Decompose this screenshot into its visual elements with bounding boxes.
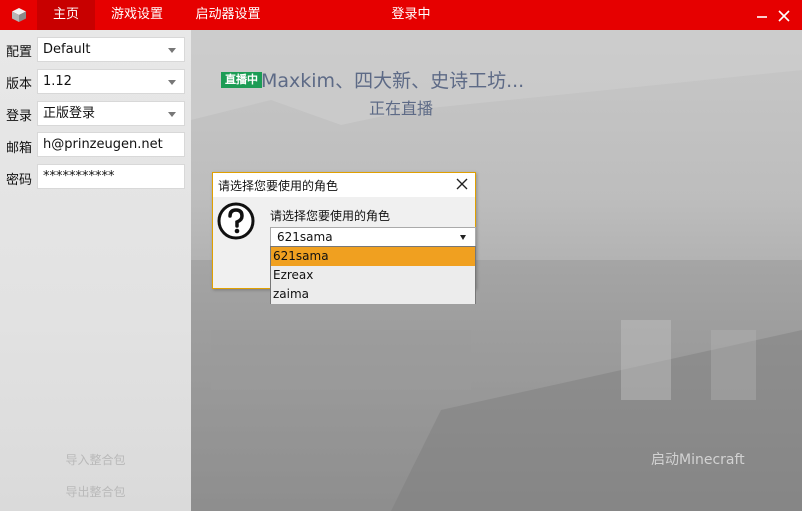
profile-select-value: Default bbox=[43, 42, 91, 57]
import-modpack-link[interactable]: 导入整合包 bbox=[0, 451, 191, 468]
dialog-title: 请选择您要使用的角色 bbox=[218, 179, 339, 193]
version-label: 版本 bbox=[6, 77, 33, 92]
live-stream-title[interactable]: Maxkim、四大新、史诗工坊... bbox=[261, 66, 524, 93]
question-icon bbox=[217, 202, 255, 240]
password-label: 密码 bbox=[6, 173, 33, 188]
export-modpack-link[interactable]: 导出整合包 bbox=[0, 483, 191, 500]
email-label: 邮箱 bbox=[6, 141, 33, 156]
minimize-icon[interactable] bbox=[752, 0, 774, 30]
live-status: 正在直播 bbox=[369, 99, 434, 118]
dialog-close-icon[interactable] bbox=[453, 175, 471, 193]
dropdown-option[interactable]: zaima bbox=[271, 285, 475, 304]
password-field[interactable]: *********** bbox=[37, 164, 185, 189]
app-cube-icon bbox=[12, 8, 26, 22]
email-field[interactable]: h@prinzeugen.net bbox=[37, 132, 185, 157]
profile-label: 配置 bbox=[6, 45, 33, 60]
chevron-down-icon bbox=[168, 112, 176, 117]
profile-select[interactable]: Default bbox=[37, 37, 185, 62]
dialog-header: 请选择您要使用的角色 bbox=[213, 173, 475, 197]
tab-game-settings[interactable]: 游戏设置 bbox=[100, 0, 174, 30]
dropdown-option[interactable]: Ezreax bbox=[271, 266, 475, 285]
dropdown-option[interactable]: 621sama bbox=[271, 247, 475, 266]
tab-launcher-settings[interactable]: 启动器设置 bbox=[186, 0, 270, 30]
sidebar: 配置 Default 版本 1.12 登录 正版登录 邮箱 h@prinzeug… bbox=[0, 30, 191, 511]
close-icon[interactable] bbox=[774, 0, 796, 30]
title-bar: 主页 游戏设置 启动器设置 登录中 bbox=[0, 0, 802, 30]
dialog-prompt: 请选择您要使用的角色 bbox=[270, 209, 391, 223]
login-mode-select[interactable]: 正版登录 bbox=[37, 101, 185, 126]
login-mode-value: 正版登录 bbox=[43, 106, 96, 121]
chevron-down-icon bbox=[460, 235, 466, 240]
version-select-value: 1.12 bbox=[43, 74, 72, 89]
tab-home[interactable]: 主页 bbox=[37, 0, 95, 30]
chevron-down-icon bbox=[168, 48, 176, 53]
character-combo-value: 621sama bbox=[277, 230, 333, 244]
character-combo[interactable]: 621sama bbox=[270, 227, 476, 247]
chevron-down-icon bbox=[168, 80, 176, 85]
login-label: 登录 bbox=[6, 109, 33, 124]
launch-minecraft-button[interactable]: 启动Minecraft bbox=[651, 449, 745, 469]
live-badge: 直播中 bbox=[221, 72, 262, 88]
character-dropdown-list: 621sama Ezreax zaima bbox=[270, 246, 476, 304]
version-select[interactable]: 1.12 bbox=[37, 69, 185, 94]
